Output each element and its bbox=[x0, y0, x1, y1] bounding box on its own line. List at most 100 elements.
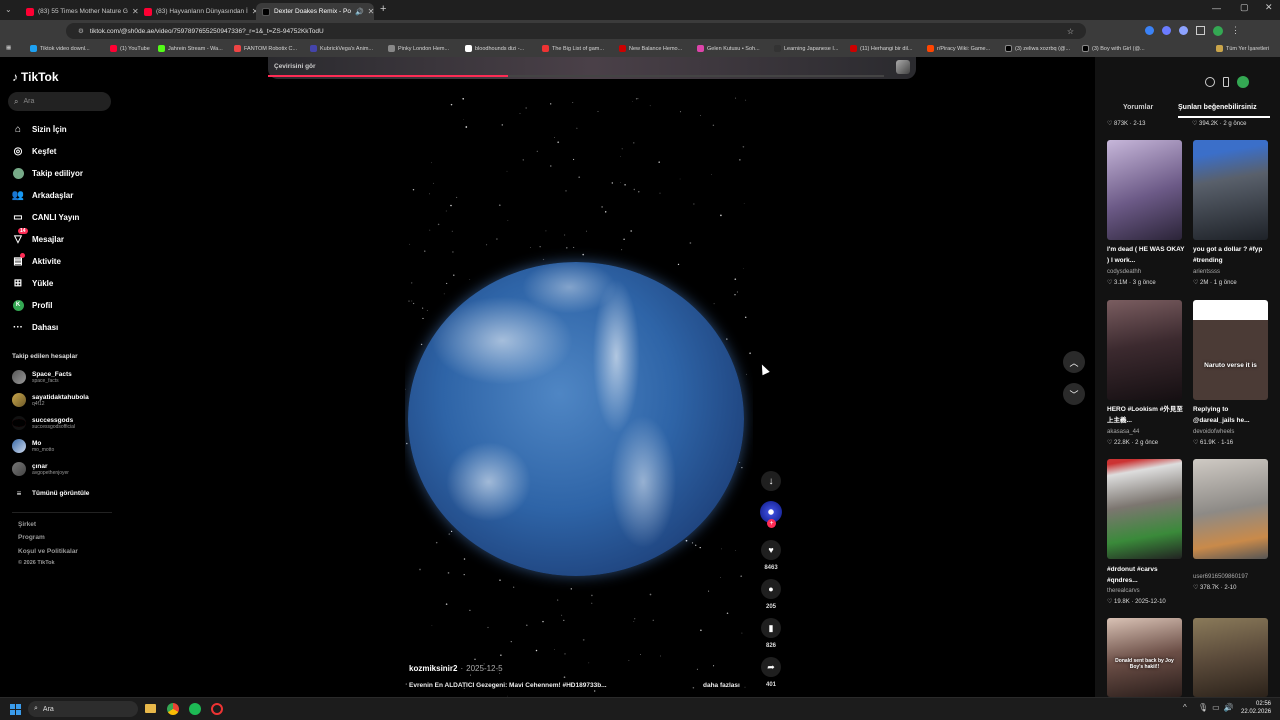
bookmark-item[interactable]: FANTOM Robotix C... bbox=[234, 45, 297, 52]
compass-icon[interactable] bbox=[1205, 77, 1215, 87]
video-thumbnail[interactable] bbox=[1193, 459, 1268, 559]
see-all-following[interactable]: ≡ Tümünü görüntüle bbox=[12, 489, 90, 498]
nav-profile[interactable]: K Profil bbox=[12, 299, 52, 311]
follow-plus-icon[interactable]: + bbox=[767, 519, 776, 528]
author-name[interactable]: kozmiksinir2 bbox=[409, 664, 457, 673]
browser-tab-2[interactable]: (83) Hayvanların Dünyasından İ ✕ bbox=[138, 3, 256, 20]
creator-avatar[interactable] bbox=[896, 60, 910, 74]
bookmark-item[interactable]: (3) Boy with Girl (@... bbox=[1082, 45, 1145, 52]
app-icon[interactable] bbox=[211, 703, 223, 715]
followed-account[interactable]: sayatidaktahubola q4f12 bbox=[12, 393, 89, 407]
video-thumbnail[interactable]: Donald sent back by Joy Boy's hakii!! bbox=[1107, 618, 1182, 697]
profile-avatar-icon[interactable] bbox=[1237, 76, 1249, 88]
minimize-button[interactable]: — bbox=[1212, 3, 1221, 13]
folder-icon[interactable] bbox=[145, 704, 156, 713]
comment-button[interactable]: ● bbox=[761, 579, 781, 599]
profile-avatar-icon[interactable] bbox=[1213, 26, 1223, 36]
followed-account[interactable]: Space_Facts space_facts bbox=[12, 370, 72, 384]
video-caption[interactable]: Replying to @dareal_jails he... bbox=[1193, 404, 1271, 426]
next-video-button[interactable]: ﹀ bbox=[1063, 383, 1085, 405]
video-caption[interactable]: I'm dead ( HE WAS OKAY ) I work... bbox=[1107, 244, 1185, 266]
nav-more[interactable]: ··· Dahası bbox=[12, 321, 58, 333]
video-user[interactable]: arientssss bbox=[1193, 269, 1220, 275]
tab-comments[interactable]: Yorumlar bbox=[1123, 104, 1153, 111]
window-close-button[interactable]: ✕ bbox=[1265, 2, 1273, 13]
site-info-icon[interactable]: ⚙ bbox=[78, 27, 84, 35]
bookmark-star-icon[interactable]: ☆ bbox=[1067, 27, 1074, 36]
video-user[interactable]: akasasa_44 bbox=[1107, 429, 1139, 435]
video-thumbnail[interactable] bbox=[1107, 140, 1182, 240]
nav-activity[interactable]: ▤ Aktivite bbox=[12, 253, 61, 267]
nav-explore[interactable]: ◎ Keşfet bbox=[12, 145, 57, 157]
bookmark-item[interactable]: Gelen Kutusu • Soh... bbox=[697, 45, 760, 52]
search-input[interactable]: ⌕ Ara bbox=[8, 92, 111, 111]
footer-program[interactable]: Program bbox=[18, 534, 45, 541]
nav-live[interactable]: ▭ CANLI Yayın bbox=[12, 211, 79, 223]
video-player[interactable] bbox=[405, 97, 753, 697]
chrome-icon[interactable] bbox=[167, 703, 179, 715]
video-thumbnail[interactable]: Naruto verse it is bbox=[1193, 300, 1268, 400]
new-tab-button[interactable]: + bbox=[380, 3, 386, 15]
menu-dots-icon[interactable]: ⋮ bbox=[1231, 26, 1240, 36]
video-user[interactable]: user6916509860197 bbox=[1193, 574, 1248, 580]
nav-messages[interactable]: ▽ 14 Mesajlar bbox=[12, 228, 64, 245]
tray-chevron-icon[interactable]: ^ bbox=[1183, 703, 1187, 712]
video-thumbnail[interactable] bbox=[1107, 300, 1182, 400]
bookmark-item[interactable]: New Balance Hemo... bbox=[619, 45, 682, 52]
video-user[interactable]: devoidofwheels bbox=[1193, 429, 1234, 435]
nav-friends[interactable]: 👥 Arkadaşlar bbox=[12, 189, 74, 201]
spotify-icon[interactable] bbox=[189, 703, 201, 715]
translate-link[interactable]: Çevirisini gör bbox=[274, 63, 316, 70]
like-button[interactable]: ♥ bbox=[761, 540, 781, 560]
clock[interactable]: 02:56 22.02.2026 bbox=[1241, 700, 1271, 716]
tab-list-icon[interactable]: ⌄ bbox=[5, 5, 12, 14]
nav-for-you[interactable]: ⌂ Sizin İçin bbox=[12, 123, 67, 135]
previous-video-button[interactable]: ︿ bbox=[1063, 351, 1085, 373]
scroll-down-button[interactable]: ↓ bbox=[761, 471, 781, 491]
bookmark-item[interactable]: (1) YouTube bbox=[110, 45, 150, 52]
tiktok-logo[interactable]: ♪ TikTok bbox=[12, 70, 59, 84]
bookmark-item[interactable]: Tiktok video downl... bbox=[30, 45, 90, 52]
bookmark-item[interactable]: Jahrein Stream - Wa... bbox=[158, 45, 223, 52]
followed-account[interactable]: çınar avgopethenjoyer bbox=[12, 462, 69, 476]
extensions-puzzle-icon[interactable] bbox=[1196, 26, 1205, 35]
video-thumbnail[interactable] bbox=[1193, 618, 1268, 697]
bookmark-item[interactable]: (11) Herhangi bir dil... bbox=[850, 45, 912, 52]
video-thumbnail[interactable] bbox=[1107, 459, 1182, 559]
extension-icon[interactable] bbox=[1145, 26, 1154, 35]
phone-icon[interactable] bbox=[1223, 77, 1229, 87]
video-caption[interactable]: HERO #Lookism #外見至上主義... bbox=[1107, 404, 1185, 426]
bookmark-item[interactable]: (3) zeliwa xozrbq (@... bbox=[1005, 45, 1070, 52]
show-more-link[interactable]: daha fazlası bbox=[703, 682, 740, 689]
bookmark-item[interactable]: Learning Japanese I... bbox=[774, 45, 838, 52]
extension-icon[interactable] bbox=[1162, 26, 1171, 35]
video-caption[interactable]: you got a dollar ? #fyp #trending bbox=[1193, 244, 1271, 266]
video-user[interactable]: therealcarvs bbox=[1107, 588, 1140, 594]
bookmark-item[interactable]: The Big List of gam... bbox=[542, 45, 604, 52]
footer-terms[interactable]: Koşul ve Politikalar bbox=[18, 548, 78, 555]
close-icon[interactable]: ✕ bbox=[368, 7, 374, 16]
bookmark-item[interactable]: Pinky London Hem... bbox=[388, 45, 449, 52]
followed-account[interactable]: successgods successgodsofficial bbox=[12, 416, 75, 430]
browser-tab-1[interactable]: (83) 55 Times Mother Nature G ✕ bbox=[20, 3, 138, 20]
maximize-button[interactable]: ▢ bbox=[1240, 2, 1249, 13]
followed-account[interactable]: Mo mo_motto bbox=[12, 439, 54, 453]
taskbar-search[interactable]: ⌕ Ara bbox=[28, 701, 138, 717]
share-button[interactable]: ➦ bbox=[761, 657, 781, 677]
save-button[interactable]: ▮ bbox=[761, 618, 781, 638]
footer-company[interactable]: Şirket bbox=[18, 521, 36, 528]
bookmark-item[interactable]: r/Piracy Wiki: Game... bbox=[927, 45, 990, 52]
extension-icon[interactable] bbox=[1179, 26, 1188, 35]
video-user[interactable]: codysdeathh bbox=[1107, 269, 1141, 275]
browser-tab-3[interactable]: Dexter Doakes Remix - Po 🔊 ✕ bbox=[256, 3, 374, 20]
apps-icon[interactable]: ▦ bbox=[6, 45, 11, 51]
nav-upload[interactable]: ⊞ Yükle bbox=[12, 277, 54, 289]
tab-recommendations[interactable]: Şunları beğenebilirsiniz bbox=[1178, 104, 1257, 111]
progress-bar[interactable] bbox=[268, 75, 884, 77]
video-thumbnail[interactable] bbox=[1193, 140, 1268, 240]
windows-start-icon[interactable] bbox=[10, 704, 21, 715]
bookmark-item[interactable]: KubrickVega's Anim... bbox=[310, 45, 373, 52]
nav-following[interactable]: Takip ediliyor bbox=[12, 167, 83, 179]
previous-video-strip[interactable]: Çevirisini gör bbox=[268, 57, 916, 79]
bookmarks-folder[interactable]: Tüm Yer İşaretleri bbox=[1216, 45, 1269, 52]
